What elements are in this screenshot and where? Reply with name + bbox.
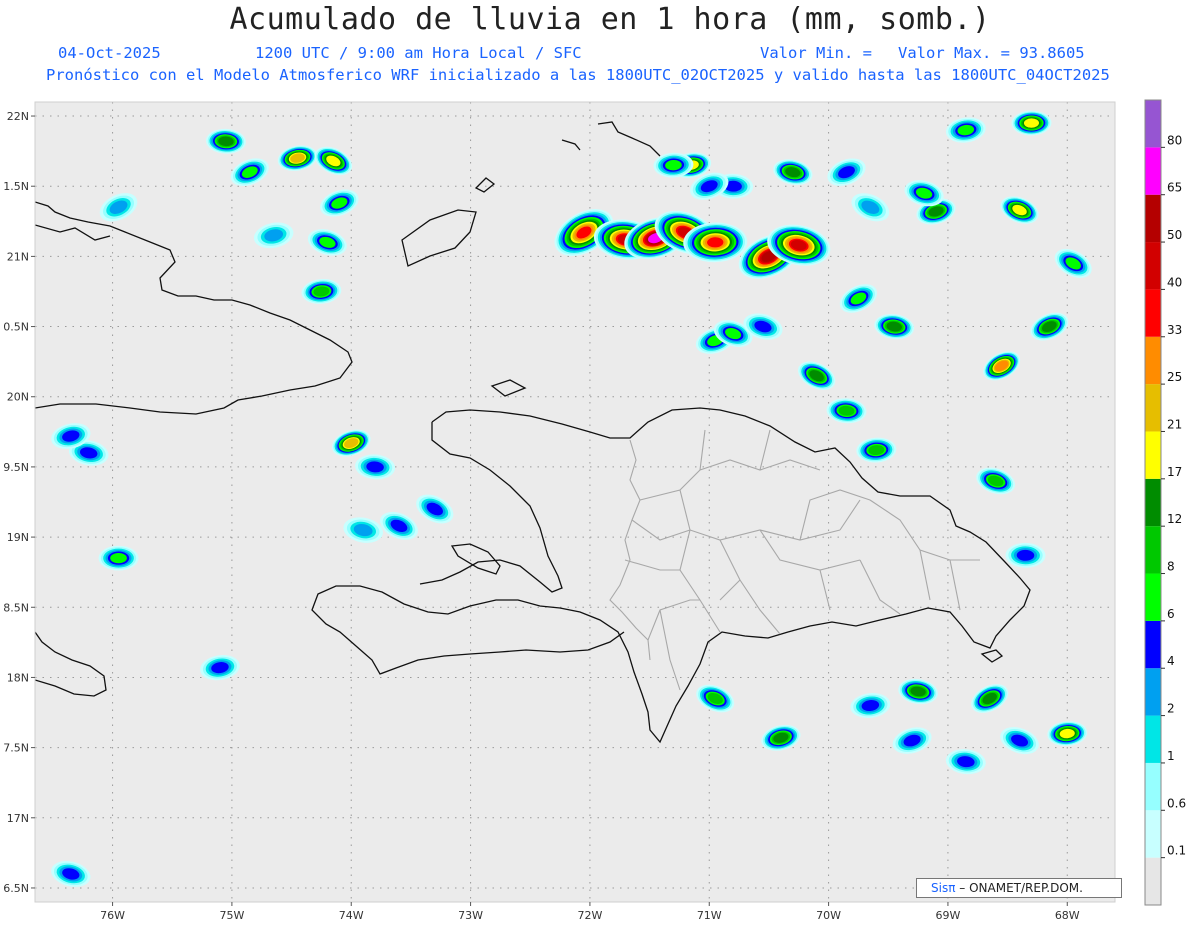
colorbar-swatch bbox=[1145, 857, 1161, 905]
colorbar-swatch bbox=[1145, 478, 1161, 527]
colorbar-swatch bbox=[1145, 715, 1161, 763]
colorbar-label: 50 bbox=[1167, 228, 1182, 242]
precipitation-map: 22N 1.5N 21N 0.5N 20N 9.5N 19N 8.5N 18N 7.5N 17N 6.… bbox=[3, 99, 1186, 922]
lat-label: 8.5N bbox=[3, 601, 29, 614]
colorbar-swatch bbox=[1145, 242, 1161, 290]
latitude-labels: 22N 1.5N 21N 0.5N 20N 9.5N 19N 8.5N 18N 7.5N 17N 6.… bbox=[3, 110, 35, 895]
colorbar-swatch bbox=[1145, 431, 1161, 479]
colorbar-label: 1 bbox=[1167, 749, 1175, 763]
colorbar: 0.10.612468121721253340506580 bbox=[1144, 99, 1186, 906]
colorbar-label: 2 bbox=[1167, 702, 1175, 716]
colorbar-label: 12 bbox=[1167, 512, 1182, 526]
lat-label: 17N bbox=[7, 812, 29, 825]
lon-label: 73W bbox=[458, 909, 483, 922]
colorbar-label: 0.1 bbox=[1167, 844, 1186, 858]
sis-logo: Sisπ bbox=[931, 881, 956, 895]
lat-label: 19N bbox=[7, 531, 29, 544]
lon-label: 69W bbox=[935, 909, 960, 922]
lat-label: 18N bbox=[7, 671, 29, 684]
colorbar-label: 65 bbox=[1167, 181, 1182, 195]
lat-label: 7.5N bbox=[3, 742, 29, 755]
credit-box: Sisπ – ONAMET/REP.DOM. bbox=[916, 878, 1122, 898]
colorbar-swatch bbox=[1145, 384, 1161, 432]
colorbar-swatch bbox=[1145, 336, 1161, 385]
lon-label: 70W bbox=[816, 909, 841, 922]
lon-label: 75W bbox=[219, 909, 244, 922]
lon-label: 74W bbox=[339, 909, 364, 922]
colorbar-label: 33 bbox=[1167, 323, 1182, 337]
colorbar-label: 40 bbox=[1167, 275, 1182, 289]
colorbar-label: 4 bbox=[1167, 654, 1175, 668]
colorbar-label: 25 bbox=[1167, 370, 1182, 384]
colorbar-swatch bbox=[1145, 100, 1161, 148]
lat-label: 6.5N bbox=[3, 882, 29, 895]
colorbar-label: 80 bbox=[1167, 133, 1182, 147]
colorbar-label: 21 bbox=[1167, 417, 1182, 431]
lat-label: 9.5N bbox=[3, 461, 29, 474]
colorbar-swatch bbox=[1145, 147, 1161, 195]
lat-label: 21N bbox=[7, 250, 29, 263]
colorbar-swatch bbox=[1145, 620, 1161, 669]
lat-label: 1.5N bbox=[3, 180, 29, 193]
colorbar-label: 6 bbox=[1167, 607, 1175, 621]
credit-org: – ONAMET/REP.DOM. bbox=[959, 881, 1083, 895]
precip-cell bbox=[98, 545, 139, 571]
colorbar-swatch bbox=[1145, 762, 1161, 811]
colorbar-label: 0.6 bbox=[1167, 796, 1186, 810]
colorbar-swatch bbox=[1145, 289, 1161, 337]
colorbar-label: 17 bbox=[1167, 465, 1182, 479]
longitude-labels: 76W 75W 74W 73W 72W 71W 70W 69W 68W bbox=[100, 902, 1080, 922]
lon-label: 72W bbox=[577, 909, 602, 922]
lon-label: 68W bbox=[1055, 909, 1080, 922]
colorbar-swatch bbox=[1145, 668, 1161, 716]
colorbar-swatch bbox=[1145, 573, 1161, 621]
colorbar-swatch bbox=[1145, 526, 1161, 574]
lat-label: 0.5N bbox=[3, 321, 29, 334]
colorbar-swatch bbox=[1145, 810, 1161, 858]
lon-label: 71W bbox=[697, 909, 722, 922]
lat-label: 22N bbox=[7, 110, 29, 123]
lon-label: 76W bbox=[100, 909, 125, 922]
precip-contour bbox=[110, 552, 127, 564]
lat-label: 20N bbox=[7, 391, 29, 404]
colorbar-swatch bbox=[1145, 194, 1161, 243]
colorbar-label: 8 bbox=[1167, 560, 1175, 574]
